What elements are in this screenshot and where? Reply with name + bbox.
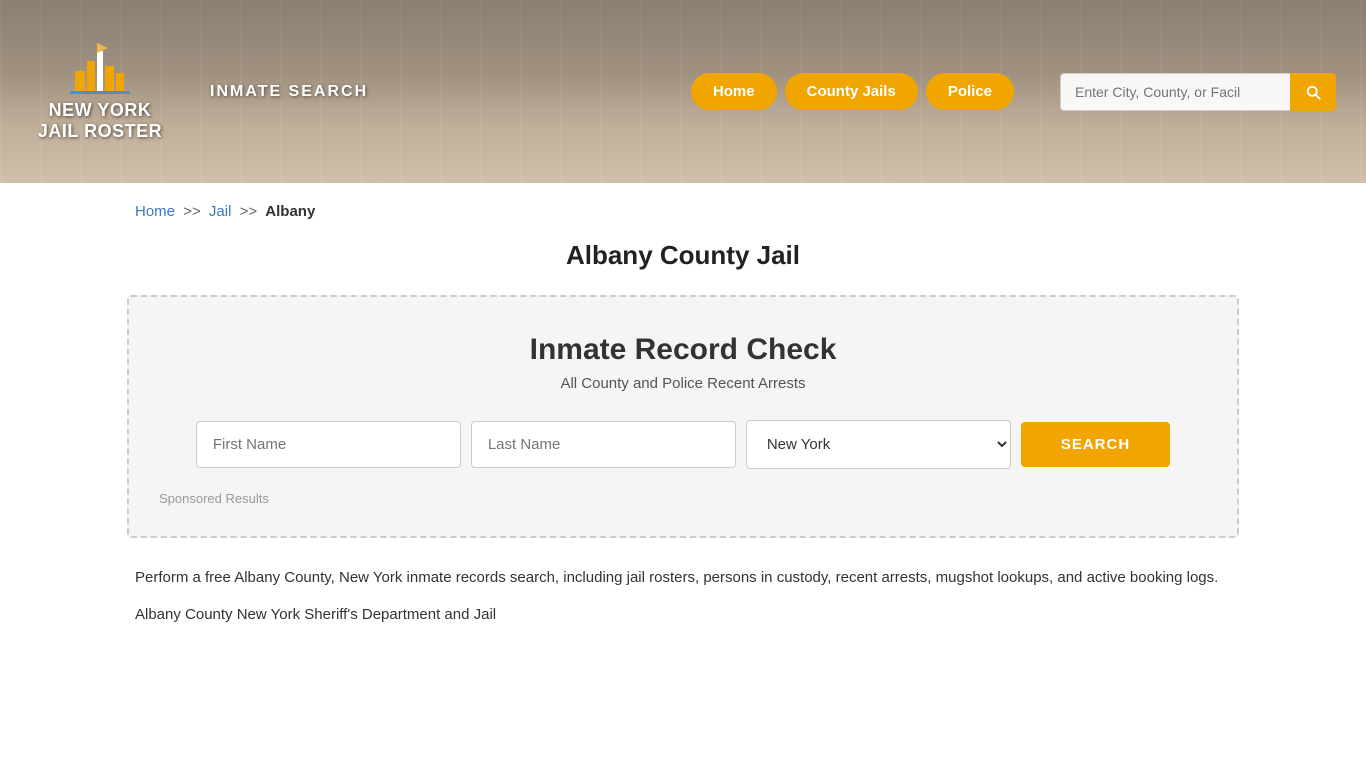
body-content: Perform a free Albany County, New York i… bbox=[0, 538, 1366, 660]
body-paragraph-1: Perform a free Albany County, New York i… bbox=[135, 566, 1231, 591]
record-check-title: Inmate Record Check bbox=[159, 333, 1207, 367]
body-paragraph-2: Albany County New York Sheriff's Departm… bbox=[135, 603, 1231, 628]
breadcrumb-sep-1: >> bbox=[183, 203, 201, 220]
nav-county-jails-button[interactable]: County Jails bbox=[785, 73, 918, 110]
breadcrumb-jail-link[interactable]: Jail bbox=[209, 203, 232, 220]
header-search-area bbox=[1060, 73, 1336, 111]
logo-text: NEW YORK JAIL ROSTER bbox=[38, 100, 162, 141]
header-search-button[interactable] bbox=[1290, 73, 1336, 111]
nav-police-button[interactable]: Police bbox=[926, 73, 1014, 110]
breadcrumb-sep-2: >> bbox=[240, 203, 258, 220]
main-nav: Home County Jails Police bbox=[691, 73, 1014, 110]
inmate-search-label: INMATE SEARCH bbox=[210, 83, 368, 101]
search-form-row: AlabamaAlaskaArizonaArkansasCaliforniaCo… bbox=[159, 420, 1207, 469]
search-main-button[interactable]: SEARCH bbox=[1021, 422, 1170, 467]
sponsored-results-label: Sponsored Results bbox=[159, 491, 1207, 506]
breadcrumb-current: Albany bbox=[265, 203, 315, 220]
last-name-input[interactable] bbox=[471, 421, 736, 468]
logo-icon bbox=[70, 41, 130, 96]
first-name-input[interactable] bbox=[196, 421, 461, 468]
state-select[interactable]: AlabamaAlaskaArizonaArkansasCaliforniaCo… bbox=[746, 420, 1011, 469]
header-search-input[interactable] bbox=[1060, 73, 1290, 111]
breadcrumb-home-link[interactable]: Home bbox=[135, 203, 175, 220]
nav-home-button[interactable]: Home bbox=[691, 73, 777, 110]
breadcrumb: Home >> Jail >> Albany bbox=[0, 183, 1366, 230]
record-check-section: Inmate Record Check All County and Polic… bbox=[127, 295, 1239, 538]
page-title: Albany County Jail bbox=[0, 230, 1366, 295]
search-icon bbox=[1304, 83, 1322, 101]
logo-area: NEW YORK JAIL ROSTER bbox=[30, 41, 170, 141]
site-header: NEW YORK JAIL ROSTER INMATE SEARCH Home … bbox=[0, 0, 1366, 183]
record-check-subtitle: All County and Police Recent Arrests bbox=[159, 375, 1207, 392]
